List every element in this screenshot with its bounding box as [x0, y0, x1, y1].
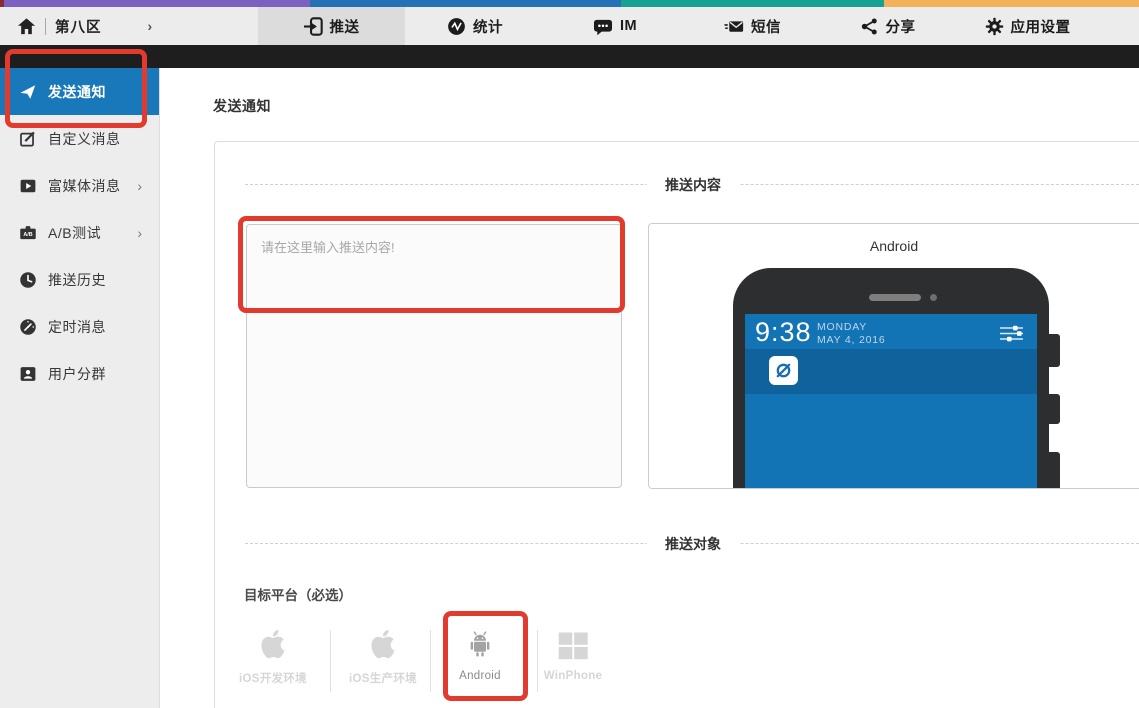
tab-sms[interactable]: 短信: [685, 7, 820, 45]
sidebar-item-rich-media[interactable]: 富媒体消息 ›: [0, 162, 159, 209]
ab-test-icon: A/B: [18, 223, 37, 242]
phone-day: MONDAY: [817, 321, 867, 333]
brand-area: 第八区 ›: [0, 7, 152, 45]
sidebar-item-label: 用户分群: [48, 364, 106, 384]
page-title: 发送通知: [213, 96, 271, 116]
platform-label: WinPhone: [544, 670, 603, 682]
app-window: 第八区 › 推送 统计: [0, 0, 1139, 708]
strip-segment-purple: [4, 0, 310, 7]
sidebar-item-ab-test[interactable]: A/B A/B测试 ›: [0, 209, 159, 256]
notification-settings-icon: [1000, 325, 1025, 342]
platform-separator: [537, 630, 538, 692]
home-icon: [17, 17, 36, 36]
platform-label: iOS生产环境: [349, 670, 417, 686]
phone-screen: 9:38 MONDAY MAY 4, 2016: [745, 314, 1037, 489]
sidebar-item-custom-message[interactable]: 自定义消息: [0, 115, 159, 162]
sidebar-item-send-notification[interactable]: 发送通知: [0, 68, 159, 115]
stats-pulse-icon: [447, 17, 466, 36]
apple-icon: [366, 622, 400, 664]
sidebar: 发送通知 自定义消息 富媒体消息 ›: [0, 68, 160, 708]
section-divider-target: 推送对象: [245, 543, 1139, 544]
section-label-push-target: 推送对象: [647, 535, 739, 553]
phone-side-button: [1049, 334, 1060, 367]
tab-label: IM: [620, 18, 637, 34]
apple-icon: [256, 622, 290, 664]
jpush-logo-icon: [769, 356, 798, 385]
tab-label: 分享: [886, 16, 916, 37]
home-button[interactable]: [17, 17, 36, 36]
platform-android[interactable]: Android: [435, 622, 525, 702]
phone-date: MAY 4, 2016: [817, 334, 886, 346]
platform-ios-prod[interactable]: iOS生产环境: [338, 622, 428, 702]
platform-ios-dev[interactable]: iOS开发环境: [228, 622, 318, 702]
platform-label: iOS开发环境: [239, 670, 307, 686]
dark-toolbar: [0, 45, 1139, 68]
edit-square-icon: [18, 129, 37, 148]
section-label-push-content: 推送内容: [647, 176, 739, 194]
user-group-icon: [18, 364, 37, 383]
tab-app-settings[interactable]: 应用设置: [955, 7, 1100, 45]
sidebar-item-label: 推送历史: [48, 270, 106, 290]
push-to-phone-icon: [304, 17, 323, 36]
phone-camera-dot: [930, 294, 937, 301]
gear-icon: [985, 17, 1004, 36]
sidebar-item-scheduled-message[interactable]: 定时消息: [0, 303, 159, 350]
app-name[interactable]: 第八区: [55, 16, 102, 37]
notification-row: [745, 349, 1037, 394]
android-icon: [465, 622, 495, 664]
chevron-right-icon: ›: [137, 178, 142, 194]
target-platform-label: 目标平台（必选）: [244, 584, 352, 604]
phone-time: 9:38: [755, 317, 812, 348]
sidebar-item-push-history[interactable]: 推送历史: [0, 256, 159, 303]
chat-bubble-icon: [593, 17, 613, 36]
section-divider-content: 推送内容: [245, 184, 1139, 185]
history-clock-icon: [18, 270, 37, 289]
sidebar-item-user-segments[interactable]: 用户分群: [0, 350, 159, 397]
phone-mockup: 9:38 MONDAY MAY 4, 2016: [733, 268, 1049, 489]
chevron-right-icon[interactable]: ›: [148, 18, 153, 34]
push-content-input[interactable]: [246, 224, 622, 488]
sidebar-item-label: 发送通知: [48, 82, 106, 102]
tab-push[interactable]: 推送: [258, 7, 405, 45]
phone-side-button: [1049, 394, 1060, 424]
strip-segment-orange: [884, 0, 1139, 7]
phone-speaker: [869, 294, 921, 301]
tab-label: 应用设置: [1011, 16, 1071, 37]
paper-plane-icon: [18, 82, 37, 101]
tab-stats[interactable]: 统计: [405, 7, 545, 45]
brand-divider: [45, 18, 46, 35]
platform-label: Android: [459, 670, 501, 682]
svg-text:A/B: A/B: [23, 232, 32, 238]
chevron-right-icon: ›: [137, 225, 142, 241]
top-color-strip: [0, 0, 1139, 7]
timer-clock-icon: [18, 317, 37, 336]
sidebar-item-label: 自定义消息: [48, 129, 121, 149]
tab-im[interactable]: IM: [545, 7, 685, 45]
platform-winphone[interactable]: WinPhone: [528, 622, 618, 702]
android-preview-panel: Android 9:38 MONDAY MAY 4, 2016: [648, 223, 1139, 489]
tab-share[interactable]: 分享: [820, 7, 955, 45]
play-square-icon: [18, 176, 37, 195]
tab-label: 推送: [330, 16, 360, 37]
tab-label: 统计: [473, 16, 503, 37]
strip-segment-teal: [621, 0, 884, 7]
strip-segment-blue: [310, 0, 621, 7]
tab-label: 短信: [751, 16, 781, 37]
sidebar-item-label: 富媒体消息: [48, 176, 121, 196]
sidebar-item-label: A/B测试: [48, 223, 101, 243]
phone-side-button: [1049, 452, 1060, 489]
sidebar-item-label: 定时消息: [48, 317, 106, 337]
windows-icon: [555, 622, 591, 664]
share-nodes-icon: [860, 17, 879, 36]
top-navbar: 第八区 › 推送 统计: [0, 7, 1139, 45]
sms-envelope-icon: [724, 17, 744, 36]
platform-separator: [430, 630, 431, 692]
preview-title: Android: [649, 238, 1139, 254]
platform-separator: [330, 630, 331, 692]
